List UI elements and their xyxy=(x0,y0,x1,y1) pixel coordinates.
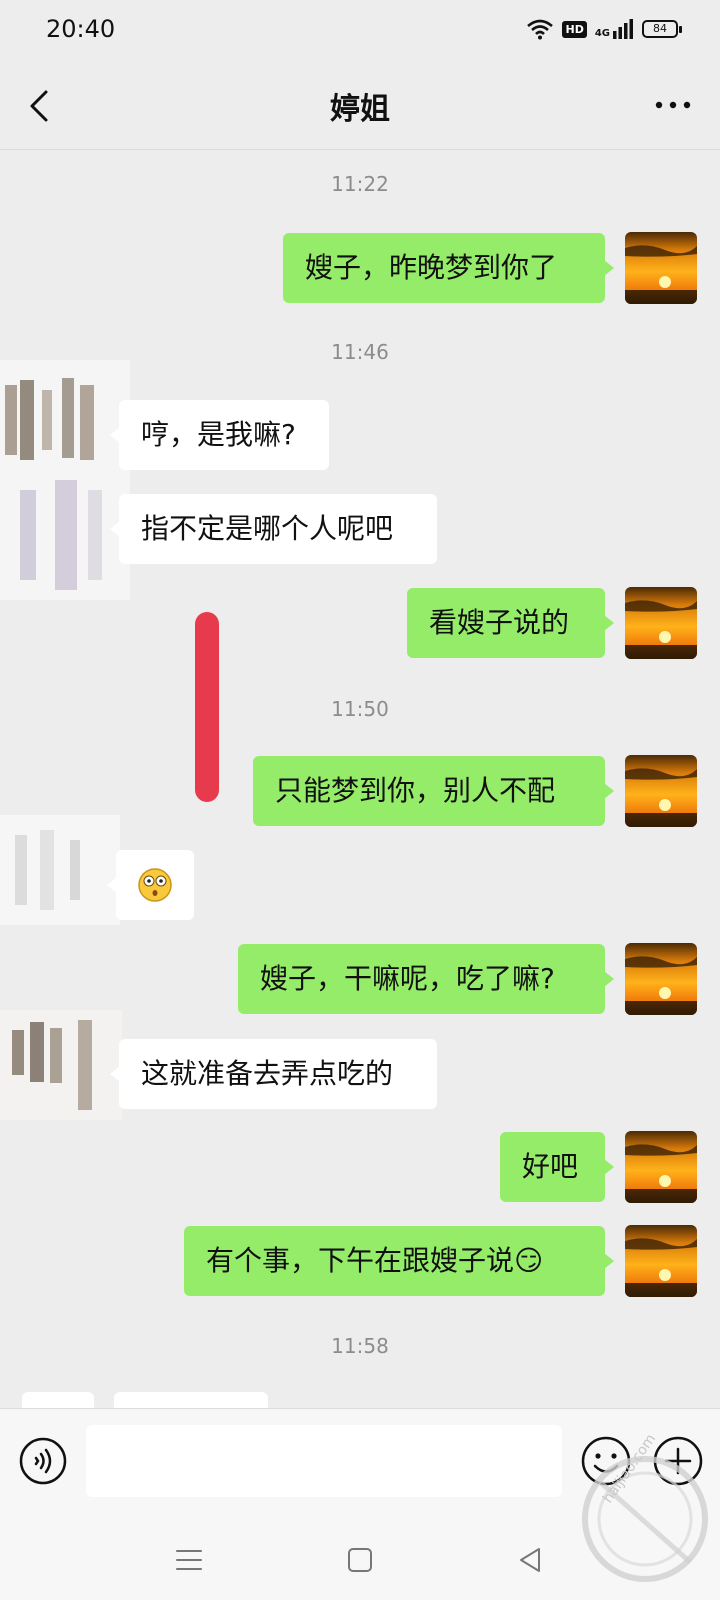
message-outgoing[interactable]: 好吧 xyxy=(500,1132,614,1202)
avatar-me[interactable] xyxy=(625,587,697,659)
timestamp: 11:22 xyxy=(331,172,389,196)
signal-bars-icon xyxy=(613,19,633,39)
avatar-them-blurred[interactable] xyxy=(0,815,120,925)
message-outgoing[interactable]: 只能梦到你，别人不配 xyxy=(253,756,614,826)
avatar-me[interactable] xyxy=(625,1131,697,1203)
status-bar: 20:40 HD 4G 84 xyxy=(0,0,720,62)
square-icon[interactable] xyxy=(345,1545,375,1575)
message-incoming[interactable]: 指不定是哪个人呢吧 xyxy=(110,494,437,564)
avatar-me[interactable] xyxy=(625,755,697,827)
signal-icon: 4G xyxy=(595,19,634,39)
flushed-face-icon xyxy=(138,868,172,902)
triangle-left-icon[interactable] xyxy=(515,1545,545,1575)
status-icons: HD 4G 84 xyxy=(526,18,682,40)
message-outgoing[interactable]: 嫂子，干嘛呢，吃了嘛? xyxy=(238,944,614,1014)
chat-title: 婷姐 xyxy=(330,92,390,127)
hd-badge: HD xyxy=(562,20,587,38)
avatar-me[interactable] xyxy=(625,232,697,304)
message-outgoing[interactable]: 看嫂子说的 xyxy=(407,588,614,658)
avatar-me[interactable] xyxy=(625,1225,697,1297)
timestamp: 11:58 xyxy=(331,1334,389,1358)
chat-header: 婷姐 xyxy=(0,62,720,150)
wifi-icon xyxy=(527,19,554,40)
message-incoming[interactable]: 这就准备去弄点吃的 xyxy=(110,1039,437,1109)
message-outgoing[interactable]: 嫂子，昨晚梦到你了 xyxy=(283,233,614,303)
avatar-them-blurred[interactable] xyxy=(0,340,138,610)
watermark-logo xyxy=(582,1456,708,1582)
voice-icon[interactable] xyxy=(18,1436,68,1486)
avatar-them-blurred[interactable] xyxy=(0,1010,122,1120)
more-dots-icon[interactable] xyxy=(650,88,696,122)
avatar-me[interactable] xyxy=(625,943,697,1015)
message-incoming-emoji[interactable] xyxy=(107,850,194,920)
message-incoming[interactable]: 哼，是我嘛? xyxy=(110,400,329,470)
battery-icon: 84 xyxy=(642,20,682,38)
menu-lines-icon[interactable] xyxy=(174,1545,204,1575)
status-time: 20:40 xyxy=(46,15,116,43)
network-label: 4G xyxy=(594,28,610,39)
message-outgoing[interactable]: 有个事，下午在跟嫂子说😏 xyxy=(184,1226,614,1296)
timestamp: 11:50 xyxy=(331,697,389,721)
message-input[interactable] xyxy=(86,1425,562,1497)
